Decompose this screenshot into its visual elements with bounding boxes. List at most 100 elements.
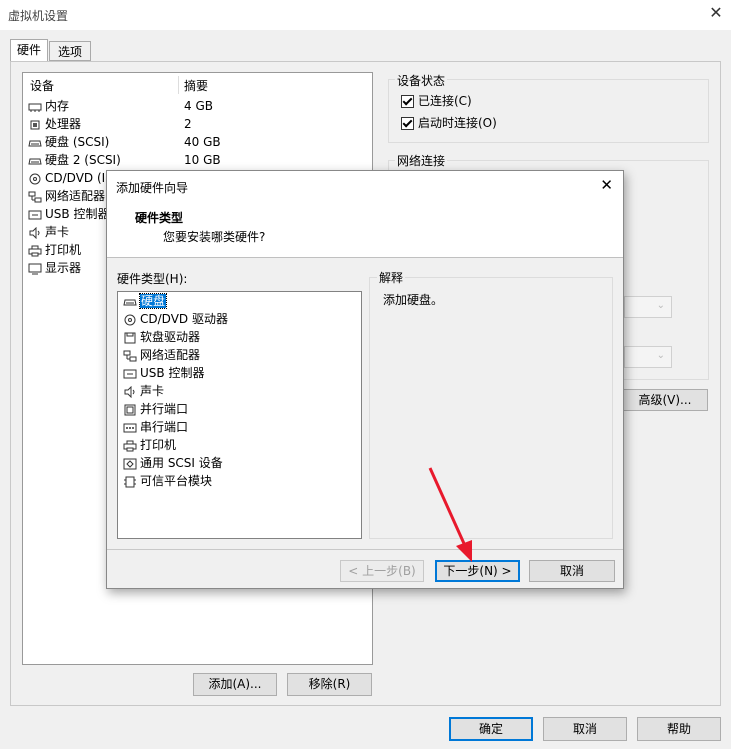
remove-button[interactable]: 移除(R) (287, 673, 372, 696)
device-summary: 10 GB (184, 153, 221, 167)
help-button[interactable]: 帮助 (637, 717, 721, 741)
device-row[interactable]: CD/DVD (II (28, 169, 109, 187)
hardware-type-label: 硬件类型(H): (117, 272, 188, 286)
device-name: 内存 (45, 99, 70, 113)
connect-on-start-checkbox[interactable]: 启动时连接(O) (401, 114, 497, 132)
title-bar: 虚拟机设置 ✕ (0, 0, 731, 30)
usb-icon (28, 209, 42, 221)
tab-hardware[interactable]: 硬件 (10, 39, 48, 62)
chevron-down-icon: ⌄ (656, 350, 665, 361)
hardware-type-item-label: 串行端口 (140, 420, 189, 434)
serial-port-icon (123, 422, 137, 434)
chevron-down-icon: ⌄ (656, 300, 665, 311)
explain-group (369, 277, 613, 539)
parallel-port-icon (123, 404, 137, 416)
device-name: 打印机 (45, 243, 82, 257)
hardware-type-item-label: 网络适配器 (140, 348, 201, 362)
advanced-button[interactable]: 高级(V)... (622, 389, 708, 411)
hardware-type-item[interactable]: USB 控制器 (123, 364, 204, 382)
cd-icon (123, 314, 137, 326)
device-row[interactable]: 声卡 (28, 223, 69, 241)
hardware-type-item[interactable]: 可信平台模块 (123, 472, 212, 490)
cd-icon (28, 173, 42, 185)
header-summary[interactable]: 摘要 (184, 77, 208, 95)
hardware-type-item-label: 硬盘 (138, 293, 168, 309)
speaker-icon (28, 226, 42, 239)
hardware-type-item-label: 并行端口 (140, 402, 189, 416)
hardware-type-item[interactable]: 网络适配器 (123, 346, 200, 364)
network-combo-2[interactable]: ⌄ (624, 346, 672, 368)
device-name: 网络适配器 (45, 189, 106, 203)
wizard-subheading: 您要安装哪类硬件? (163, 230, 266, 244)
connected-checkbox[interactable]: 已连接(C) (401, 92, 472, 110)
hardware-type-item[interactable]: 通用 SCSI 设备 (123, 454, 223, 472)
tab-options[interactable]: 选项 (49, 41, 91, 61)
header-divider (178, 76, 179, 94)
cancel-button[interactable]: 取消 (543, 717, 627, 741)
hardware-type-item[interactable]: 软盘驱动器 (123, 328, 200, 346)
close-icon[interactable]: ✕ (709, 4, 723, 22)
ok-button[interactable]: 确定 (449, 717, 533, 741)
printer-icon (123, 440, 137, 452)
hardware-type-item-label: 软盘驱动器 (140, 330, 201, 344)
hardware-type-item-label: CD/DVD 驱动器 (140, 312, 228, 326)
network-icon (28, 191, 42, 203)
cpu-icon (28, 119, 42, 131)
checkbox-checked-icon (401, 95, 414, 108)
hardware-type-item[interactable]: 串行端口 (123, 418, 188, 436)
hardware-type-item-label: 可信平台模块 (140, 474, 213, 488)
hardware-type-item-label: USB 控制器 (140, 366, 205, 380)
hardware-type-item-label: 通用 SCSI 设备 (140, 456, 223, 470)
close-icon[interactable]: ✕ (600, 176, 613, 194)
device-name: 声卡 (45, 225, 70, 239)
hardware-type-item[interactable]: 声卡 (123, 382, 164, 400)
device-name: 硬盘 (SCSI) (45, 135, 110, 149)
add-button[interactable]: 添加(A)... (193, 673, 277, 696)
floppy-icon (123, 332, 137, 344)
wizard-cancel-button[interactable]: 取消 (529, 560, 615, 582)
device-row[interactable]: 网络适配器 (28, 187, 105, 205)
device-row[interactable]: 内存 (28, 97, 69, 115)
hardware-type-item[interactable]: CD/DVD 驱动器 (123, 310, 228, 328)
back-button[interactable]: < 上一步(B) (340, 560, 424, 582)
device-summary: 2 (184, 117, 192, 131)
device-row[interactable]: 打印机 (28, 241, 81, 259)
scsi-icon (123, 458, 137, 470)
monitor-icon (28, 263, 42, 275)
arrow-head (456, 540, 472, 562)
connect-on-start-label: 启动时连接(O) (418, 116, 497, 130)
device-name: 显示器 (45, 261, 82, 275)
device-row[interactable]: 硬盘 2 (SCSI) (28, 151, 121, 169)
printer-icon (28, 245, 42, 257)
network-icon (123, 350, 137, 362)
arrow-shaft (428, 467, 468, 549)
device-row[interactable]: 处理器 (28, 115, 81, 133)
device-row[interactable]: 硬盘 (SCSI) (28, 133, 109, 151)
tab-options-label: 选项 (57, 45, 82, 59)
wizard-divider (107, 549, 623, 550)
device-name: USB 控制器 (45, 207, 110, 221)
device-summary: 4 GB (184, 99, 213, 113)
device-summary: 40 GB (184, 135, 221, 149)
device-name: 硬盘 2 (SCSI) (45, 153, 121, 167)
red-arrow-annotation (428, 467, 472, 562)
hardware-type-item[interactable]: 硬盘 (123, 292, 168, 310)
add-hardware-wizard: 添加硬件向导 ✕ 硬件类型 您要安装哪类硬件? 硬件类型(H): 硬盘 CD/DV… (106, 170, 624, 589)
network-combo-1[interactable]: ⌄ (624, 296, 672, 318)
hardware-type-item[interactable]: 打印机 (123, 436, 176, 454)
header-device[interactable]: 设备 (30, 77, 54, 95)
disk-icon (28, 137, 42, 149)
connected-label: 已连接(C) (418, 94, 472, 108)
hardware-type-item-label: 打印机 (140, 438, 177, 452)
wizard-heading: 硬件类型 (135, 211, 184, 225)
wizard-title: 添加硬件向导 (116, 181, 189, 195)
tab-hardware-label: 硬件 (16, 43, 41, 57)
device-row[interactable]: USB 控制器 (28, 205, 109, 223)
window-title: 虚拟机设置 (8, 9, 69, 23)
device-row[interactable]: 显示器 (28, 259, 81, 277)
hardware-type-item-label: 声卡 (140, 384, 165, 398)
disk-icon (123, 296, 137, 308)
disk-icon (28, 155, 42, 167)
usb-icon (123, 368, 137, 380)
hardware-type-item[interactable]: 并行端口 (123, 400, 188, 418)
